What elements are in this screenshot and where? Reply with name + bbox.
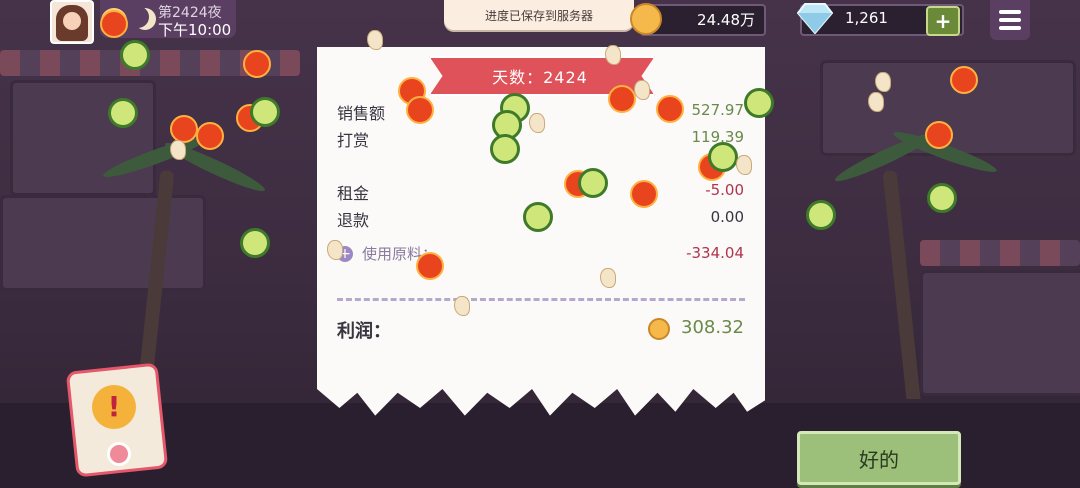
sales-label: 销售额 bbox=[337, 104, 386, 123]
wall-panel bbox=[10, 80, 156, 196]
cashew-icon bbox=[605, 45, 621, 65]
tomato-icon bbox=[243, 50, 271, 78]
shop-window bbox=[920, 270, 1080, 396]
avatar-face bbox=[63, 12, 81, 30]
rent-label: 租金 bbox=[337, 184, 370, 203]
tips-label: 打赏 bbox=[337, 131, 370, 150]
cashew-icon bbox=[529, 113, 545, 133]
menu-bar bbox=[999, 18, 1021, 22]
clock-time: 下午10:00 bbox=[158, 21, 232, 39]
pepper-slice-icon bbox=[927, 183, 957, 213]
tomato-icon bbox=[950, 66, 978, 94]
tomato-icon bbox=[925, 121, 953, 149]
alert-icon[interactable]: ! bbox=[92, 385, 136, 429]
pepper-slice-icon bbox=[744, 88, 774, 118]
cashew-icon bbox=[634, 80, 650, 100]
pepper-slice-icon bbox=[108, 98, 138, 128]
menu-button[interactable] bbox=[990, 0, 1030, 40]
player-avatar[interactable] bbox=[50, 0, 94, 44]
coin-amount: 24.48万 bbox=[697, 11, 755, 29]
tomato-icon bbox=[656, 95, 684, 123]
cashew-icon bbox=[736, 155, 752, 175]
cashew-icon bbox=[868, 92, 884, 112]
coin-icon bbox=[648, 318, 670, 340]
pepper-slice-icon bbox=[120, 40, 150, 70]
profit-value: 308.32 bbox=[681, 317, 744, 338]
refund-value: 0.00 bbox=[710, 208, 744, 226]
rent-value: -5.00 bbox=[705, 181, 744, 199]
pepper-slice-icon bbox=[708, 142, 738, 172]
pepper-slice-icon bbox=[806, 200, 836, 230]
menu-bar bbox=[999, 26, 1021, 30]
refund-label: 退款 bbox=[337, 211, 370, 230]
pepper-slice-icon bbox=[578, 168, 608, 198]
cashew-icon bbox=[454, 296, 470, 316]
profit-label: 利润： bbox=[337, 321, 391, 342]
pepper-slice-icon bbox=[523, 202, 553, 232]
cashew-icon bbox=[600, 268, 616, 288]
gem-amount: 1,261 bbox=[845, 9, 888, 27]
cashew-icon bbox=[875, 72, 891, 92]
pepper-slice-icon bbox=[250, 97, 280, 127]
cashew-icon bbox=[170, 140, 186, 160]
pepper-slice-icon bbox=[490, 134, 520, 164]
tomato-icon bbox=[406, 96, 434, 124]
ok-button[interactable]: 好的 bbox=[797, 431, 961, 485]
pepper-slice-icon bbox=[240, 228, 270, 258]
coin-icon bbox=[630, 3, 662, 35]
sales-value: 527.97 bbox=[691, 101, 745, 119]
save-toast: 进度已保存到服务器 bbox=[444, 0, 634, 30]
notification-dot-icon bbox=[107, 442, 131, 466]
cashew-icon bbox=[367, 30, 383, 50]
tomato-icon bbox=[416, 252, 444, 280]
palm-tree bbox=[882, 169, 922, 411]
awning bbox=[920, 240, 1080, 266]
tomato-icon bbox=[630, 180, 658, 208]
tomato-icon bbox=[100, 10, 128, 38]
day-banner-text: 天数：2424 bbox=[492, 68, 588, 87]
shop-window bbox=[0, 195, 206, 291]
diamond-icon bbox=[797, 3, 833, 34]
ingredients-value: -334.04 bbox=[686, 244, 744, 262]
tomato-icon bbox=[170, 115, 198, 143]
buy-gems-button[interactable]: + bbox=[926, 6, 960, 36]
moon-icon bbox=[127, 6, 149, 28]
menu-bar bbox=[999, 10, 1021, 14]
tomato-icon bbox=[196, 122, 224, 150]
cashew-icon bbox=[327, 240, 343, 260]
tomato-icon bbox=[608, 85, 636, 113]
receipt-divider bbox=[337, 298, 745, 301]
